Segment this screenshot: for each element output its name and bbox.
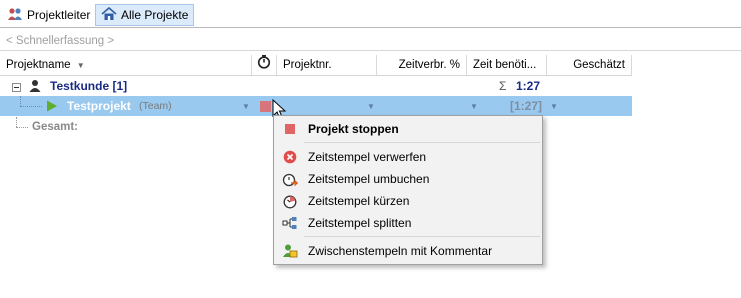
tab-divider [0,27,741,28]
column-header-time-percent[interactable]: Zeitverbr. % [377,55,467,75]
tab-alle-projekte[interactable]: Alle Projekte [95,4,195,26]
tree-line [20,106,42,108]
dropdown-arrow-icon[interactable]: ▼ [367,102,375,111]
project-name: Testprojekt [67,99,131,113]
shorten-icon [274,194,306,209]
menu-separator [304,142,540,143]
column-header-projectname[interactable]: Projektname ▼ [0,55,252,75]
tree-line [16,127,28,129]
tab-projektleiter[interactable]: Projektleiter [2,4,95,26]
tab-bar: Projektleiter Alle Projekte [0,0,741,27]
collapse-icon[interactable] [12,81,21,95]
table-header: Projektname ▼ Projektnr. Zeitverbr. % Ze… [0,55,632,76]
context-menu: Projekt stoppen Zeitstempel verwerfen Ze… [273,115,543,265]
dropdown-arrow-icon[interactable]: ▼ [550,102,558,111]
menu-item-zeitstempel-kuerzen[interactable]: Zeitstempel kürzen [274,190,542,212]
comment-stamp-icon [274,243,306,259]
rebook-icon [274,172,306,187]
customer-time: 1:27 [516,79,541,93]
menu-separator [304,236,540,237]
column-header-time-needed[interactable]: Zeit benöti... [467,55,547,75]
table-row-customer[interactable]: Testkunde [1] Σ 1:27 [0,76,632,96]
dropdown-arrow-icon[interactable]: ▼ [470,102,478,111]
tree-line [16,117,18,127]
project-tag: (Team) [139,100,172,112]
menu-item-projekt-stoppen[interactable]: Projekt stoppen [274,118,542,140]
column-header-estimated[interactable]: Geschätzt [547,55,632,75]
customer-icon [29,79,41,96]
people-icon [7,7,23,24]
sum-symbol: Σ [499,79,507,93]
project-time: [1:27] [510,99,543,113]
tree-line [20,96,22,106]
discard-icon [274,150,306,164]
tab-label: Alle Projekte [121,8,189,22]
menu-item-zeitstempel-umbuchen[interactable]: Zeitstempel umbuchen [274,168,542,190]
stop-icon [274,123,306,135]
table-row-project[interactable]: Testprojekt (Team) ▼ ▼ ▼ [1:27] ▼ [0,96,632,116]
sort-desc-icon: ▼ [76,61,85,70]
menu-item-zwischenstempeln[interactable]: Zwischenstempeln mit Kommentar [274,240,542,262]
customer-name: Testkunde [1] [50,79,128,93]
quick-entry-input[interactable]: < Schnellerfassung > [0,31,741,51]
stop-icon[interactable] [260,101,271,112]
home-icon [101,6,117,24]
column-header-timer[interactable] [252,55,277,75]
tab-label: Projektleiter [27,8,91,22]
menu-item-zeitstempel-splitten[interactable]: Zeitstempel splitten [274,212,542,234]
column-header-project-number[interactable]: Projektnr. [277,55,377,75]
total-label: Gesamt: [32,121,79,133]
stopwatch-icon [257,55,271,75]
split-icon [274,216,306,230]
dropdown-arrow-icon[interactable]: ▼ [242,102,250,111]
play-icon [46,100,58,115]
menu-item-zeitstempel-verwerfen[interactable]: Zeitstempel verwerfen [274,146,542,168]
